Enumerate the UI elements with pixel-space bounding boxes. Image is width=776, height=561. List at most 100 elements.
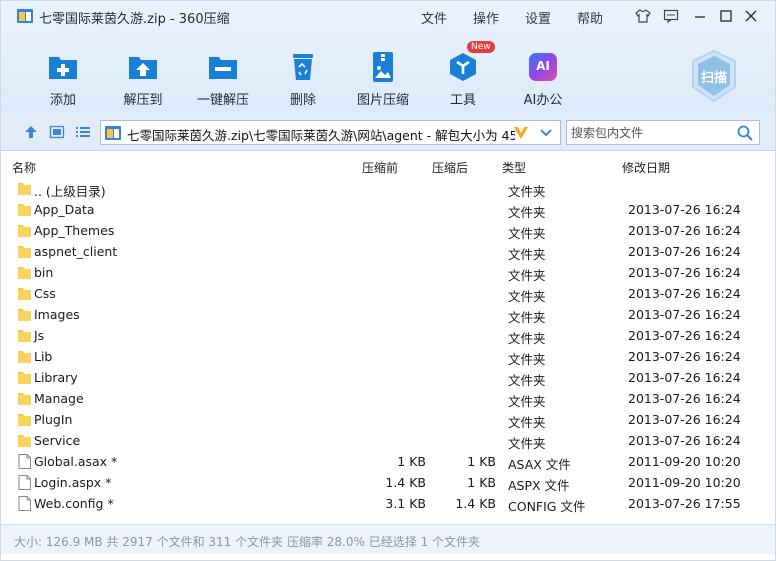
- menu-help[interactable]: 帮助: [577, 8, 603, 27]
- file-type: 文件夹: [508, 226, 546, 241]
- file-name: Library: [34, 370, 78, 385]
- app-window: 七零国际莱茵久游.zip - 360压缩 文件 操作 设置 帮助 添加 解压到 …: [0, 0, 776, 561]
- file-name: Css: [34, 286, 56, 301]
- one-click-extract-icon: [209, 57, 237, 79]
- table-row[interactable]: Service 文件夹 2013-07-26 16:24: [1, 430, 765, 451]
- file-date: 2013-07-26 16:24: [628, 202, 741, 217]
- folder-icon: [18, 330, 31, 342]
- file-icon: [18, 496, 31, 511]
- up-arrow-icon[interactable]: [23, 125, 39, 139]
- skin-button[interactable]: [634, 7, 652, 25]
- table-row[interactable]: Js 文件夹 2013-07-26 16:24: [1, 325, 765, 346]
- extract-to-icon: [129, 57, 157, 79]
- file-date: 2013-07-26 16:24: [628, 244, 741, 259]
- column-header-date[interactable]: 修改日期: [622, 159, 670, 176]
- file-date: 2013-07-26 16:24: [628, 328, 741, 343]
- file-type: 文件夹: [508, 310, 546, 325]
- file-type: 文件夹: [508, 205, 546, 220]
- file-name: Manage: [34, 391, 84, 406]
- chevron-down-icon[interactable]: [540, 129, 552, 137]
- column-header-size[interactable]: 压缩前: [362, 159, 398, 176]
- table-row[interactable]: Images 文件夹 2013-07-26 16:24: [1, 304, 765, 325]
- column-header-name[interactable]: 名称: [12, 159, 36, 176]
- folder-icon: [18, 267, 31, 279]
- delete-label: 删除: [289, 93, 316, 108]
- column-header-compressed[interactable]: 压缩后: [432, 159, 468, 176]
- minimize-button[interactable]: [691, 7, 709, 25]
- list-view-icon[interactable]: [75, 125, 91, 139]
- table-row[interactable]: PlugIn 文件夹 2013-07-26 16:24: [1, 409, 765, 430]
- table-row[interactable]: Login.aspx * 1.4 KB 1 KB ASPX 文件 2011-09-20 …: [1, 472, 765, 493]
- file-name: Web.config *: [34, 496, 114, 511]
- list-header: 名称 压缩前 压缩后 类型 修改日期: [1, 152, 765, 178]
- table-row[interactable]: Css 文件夹 2013-07-26 16:24: [1, 283, 765, 304]
- file-list: 名称 压缩前 压缩后 类型 修改日期 .. (上级目录) 文件夹 App_Data 文…: [1, 152, 765, 524]
- scan-label: 扫描: [700, 71, 727, 86]
- ai-office-icon: AI: [529, 53, 557, 81]
- tools-label: 工具: [449, 93, 476, 108]
- file-type: 文件夹: [508, 247, 546, 262]
- table-row[interactable]: aspnet_client 文件夹 2013-07-26 16:24: [1, 241, 765, 262]
- file-type: 文件夹: [508, 352, 546, 367]
- file-type: 文件夹: [508, 331, 546, 346]
- address-bar-row: 七零国际莱茵久游.zip\七零国际莱茵久游\网站\agent - 解包大小为 4…: [1, 114, 775, 151]
- folder-icon: [18, 414, 31, 426]
- folder-icon: [18, 372, 31, 384]
- folder-icon: [18, 435, 31, 447]
- file-date: 2011-09-20 10:20: [628, 454, 741, 469]
- one-click-extract-label: 一键解压: [196, 93, 249, 108]
- file-name: App_Data: [34, 202, 95, 217]
- file-name: Js: [34, 328, 45, 343]
- menu-file[interactable]: 文件: [421, 8, 447, 27]
- search-input[interactable]: [571, 124, 731, 141]
- file-type: 文件夹: [508, 373, 546, 388]
- file-compressed-size: 1 KB: [467, 475, 496, 490]
- search-icon[interactable]: [737, 125, 753, 141]
- table-row[interactable]: bin 文件夹 2013-07-26 16:24: [1, 262, 765, 283]
- file-size: 1.4 KB: [385, 475, 426, 490]
- maximize-button[interactable]: [717, 7, 735, 25]
- close-icon: [745, 10, 757, 22]
- vertical-scrollbar[interactable]: [765, 152, 775, 524]
- table-row[interactable]: Library 文件夹 2013-07-26 16:24: [1, 367, 765, 388]
- file-icon: [18, 454, 31, 469]
- file-type: 文件夹: [508, 268, 546, 283]
- file-date: 2013-07-26 16:24: [628, 349, 741, 364]
- file-type: 文件夹: [508, 289, 546, 304]
- add-icon: [49, 57, 77, 79]
- file-date: 2013-07-26 17:55: [628, 496, 741, 511]
- verified-check-icon: [514, 127, 528, 139]
- tools-icon: [450, 53, 476, 81]
- file-date: 2013-07-26 16:24: [628, 223, 741, 238]
- close-button[interactable]: [742, 7, 760, 25]
- table-row[interactable]: App_Themes 文件夹 2013-07-26 16:24: [1, 220, 765, 241]
- file-date: 2013-07-26 16:24: [628, 391, 741, 406]
- table-row[interactable]: Lib 文件夹 2013-07-26 16:24: [1, 346, 765, 367]
- status-text: 大小: 126.9 MB 共 2917 个文件和 311 个文件夹 压缩率 28…: [14, 535, 480, 549]
- thumbnail-view-icon[interactable]: [49, 125, 65, 139]
- menu-operate[interactable]: 操作: [473, 8, 499, 27]
- file-name: Service: [34, 433, 81, 448]
- address-field[interactable]: 七零国际莱茵久游.zip\七零国际莱茵久游\网站\agent - 解包大小为 4…: [100, 120, 561, 145]
- menu-settings[interactable]: 设置: [525, 8, 551, 27]
- table-row[interactable]: Global.asax * 1 KB 1 KB ASAX 文件 2011-09-20 1…: [1, 451, 765, 472]
- table-row[interactable]: Manage 文件夹 2013-07-26 16:24: [1, 388, 765, 409]
- feedback-button[interactable]: [662, 7, 680, 25]
- table-row[interactable]: App_Data 文件夹 2013-07-26 16:24: [1, 199, 765, 220]
- file-name: Images: [34, 307, 80, 322]
- file-date: 2013-07-26 16:24: [628, 370, 741, 385]
- scan-button[interactable]: 扫描: [689, 49, 739, 103]
- file-type: 文件夹: [508, 436, 546, 451]
- file-name: Lib: [34, 349, 53, 364]
- file-compressed-size: 1.4 KB: [455, 496, 496, 511]
- column-header-type[interactable]: 类型: [502, 159, 526, 176]
- table-row[interactable]: .. (上级目录) 文件夹: [1, 178, 765, 199]
- archive-icon: [105, 126, 121, 140]
- table-row[interactable]: Web.config * 3.1 KB 1.4 KB CONFIG 文件 2013-07…: [1, 493, 765, 514]
- file-type: 文件夹: [508, 394, 546, 409]
- title-bar: 七零国际莱茵久游.zip - 360压缩 文件 操作 设置 帮助: [1, 1, 775, 31]
- file-size: 3.1 KB: [385, 496, 426, 511]
- image-compress-label: 图片压缩: [356, 93, 409, 108]
- archive-app-icon: [17, 9, 33, 23]
- folder-icon: [18, 309, 31, 321]
